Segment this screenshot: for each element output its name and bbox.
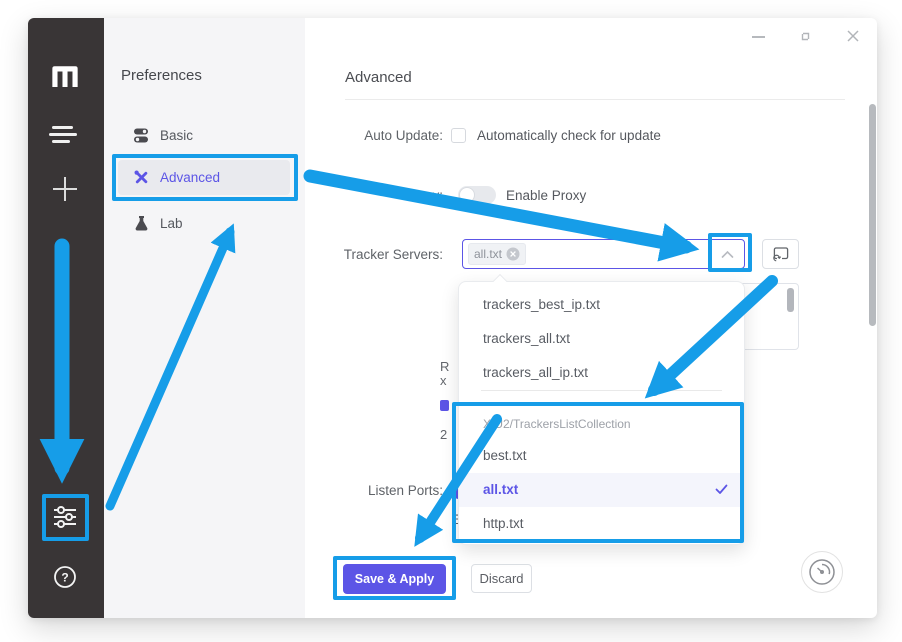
auto-update-checkbox[interactable] xyxy=(451,128,466,143)
svg-text:?: ? xyxy=(61,571,68,585)
sidebar-item-label: Lab xyxy=(160,216,183,231)
sync-trackers-button[interactable] xyxy=(762,239,799,269)
discard-button[interactable]: Discard xyxy=(471,564,532,593)
basic-toggles-icon xyxy=(133,127,149,144)
dropdown-option[interactable]: trackers_all_ip.txt xyxy=(459,356,744,390)
clipped-text-fragment: R xyxy=(440,359,449,374)
preferences-panel xyxy=(104,18,305,618)
tag-remove-icon[interactable] xyxy=(506,247,520,261)
speed-gauge-icon xyxy=(808,558,836,586)
sidebar-item-lab[interactable]: Lab xyxy=(118,209,290,239)
proxy-toggle-knob xyxy=(459,187,475,203)
screenshot-stage: ? Preferences Basic Advanced Lab Advan xyxy=(0,0,902,642)
proxy-label: Proxy: xyxy=(283,188,443,203)
maximize-icon[interactable] xyxy=(799,30,812,43)
annotation-box-advanced xyxy=(112,154,298,201)
discard-label: Discard xyxy=(479,571,523,586)
dropdown-divider xyxy=(481,390,722,391)
annotation-box-settings xyxy=(42,494,89,541)
close-icon[interactable] xyxy=(846,29,860,43)
clipped-checkbox-fragment xyxy=(440,400,449,411)
title-divider xyxy=(345,99,845,100)
sidebar-item-label: Basic xyxy=(160,128,193,143)
annotation-box-chevron xyxy=(708,233,752,272)
tracker-tag: all.txt xyxy=(468,243,526,265)
task-list-icon[interactable] xyxy=(46,125,80,145)
speed-gauge-button[interactable] xyxy=(801,551,843,593)
annotation-box-dropdown-group xyxy=(452,402,744,543)
motrix-logo-icon xyxy=(50,64,80,87)
content-scrollbar-thumb[interactable] xyxy=(869,104,876,326)
preferences-title: Preferences xyxy=(121,67,202,84)
minimize-icon[interactable] xyxy=(752,36,765,38)
sync-icon xyxy=(772,246,790,263)
clipped-text-fragment: x xyxy=(440,373,447,388)
textarea-scrollbar-thumb[interactable] xyxy=(787,288,794,312)
listen-ports-label: Listen Ports: xyxy=(283,483,443,498)
sidebar-item-basic[interactable]: Basic xyxy=(118,121,290,151)
help-icon[interactable]: ? xyxy=(53,565,77,589)
tracker-servers-label: Tracker Servers: xyxy=(283,247,443,262)
lab-flask-icon xyxy=(134,215,149,232)
dropdown-option[interactable]: trackers_all.txt xyxy=(459,322,744,356)
annotation-box-save xyxy=(333,556,456,600)
page-title: Advanced xyxy=(345,69,412,86)
clipped-text-fragment: 2 xyxy=(440,427,447,442)
tracker-tag-label: all.txt xyxy=(474,247,502,261)
auto-update-option-label[interactable]: Automatically check for update xyxy=(477,128,661,143)
auto-update-label: Auto Update: xyxy=(283,128,443,143)
dropdown-option[interactable]: trackers_best_ip.txt xyxy=(459,288,744,322)
proxy-option-label: Enable Proxy xyxy=(506,188,586,203)
add-task-icon[interactable] xyxy=(52,176,78,202)
